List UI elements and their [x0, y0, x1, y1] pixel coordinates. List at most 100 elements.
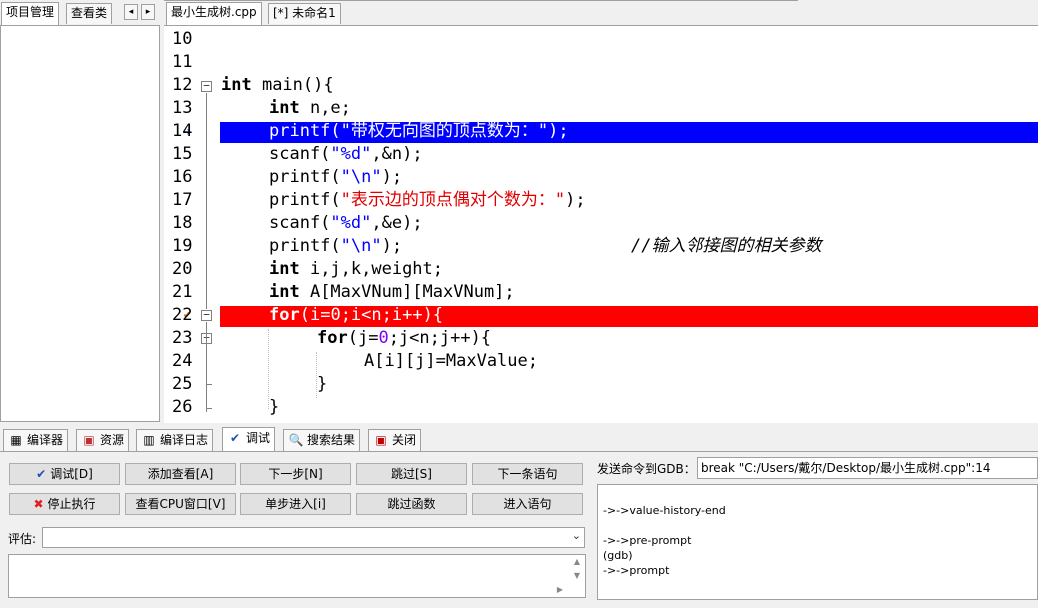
code-line: 10	[164, 28, 1038, 51]
code-line: 21 int A[MaxVNum][MaxVNum];	[164, 281, 1038, 304]
skip-button[interactable]: 跳过[S]	[356, 463, 467, 485]
tab-close[interactable]: ▣ 关闭	[368, 429, 422, 451]
editor-tab-mst-cpp[interactable]: 最小生成树.cpp	[166, 2, 262, 25]
line-number: 14	[172, 121, 193, 141]
gdb-output-line: ->->prompt	[603, 564, 670, 577]
next-statement-button[interactable]: 下一条语句	[472, 463, 583, 485]
tab-scroll-right-icon[interactable]: ▸	[141, 4, 155, 20]
code-line: 12 int main(){	[164, 74, 1038, 97]
code-text: int main(){	[221, 75, 334, 95]
code-line-breakpoint: 22 for(i=0;i<n;i++){	[164, 304, 1038, 327]
line-number: 21	[172, 282, 193, 302]
line-number: 26	[172, 397, 193, 417]
evaluate-label: 评估:	[8, 532, 37, 546]
gdb-command-label: 发送命令到GDB：	[597, 462, 696, 476]
gdb-output[interactable]: ->->value-history-end ->->pre-prompt (gd…	[597, 484, 1038, 600]
code-text: for(j=0;j<n;j++){	[317, 328, 492, 348]
close-panel-icon: ▣	[375, 433, 387, 447]
chevron-down-icon[interactable]: ⌄	[572, 529, 581, 542]
line-number: 20	[172, 259, 193, 279]
code-line: 13 int n,e;	[164, 97, 1038, 120]
line-number: 23	[172, 328, 193, 348]
tab-project-manager[interactable]: 项目管理	[1, 2, 60, 25]
code-text: scanf("%d",&e);	[269, 213, 423, 233]
gdb-command-input[interactable]: break "C:/Users/戴尔/Desktop/最小生成树.cpp":14	[697, 457, 1038, 479]
code-text: }	[317, 374, 328, 394]
code-line-current: 14 printf("带权无向图的顶点数为：");	[164, 120, 1038, 143]
tab-search-results[interactable]: 🔍 搜索结果	[283, 429, 361, 451]
code-line: 20 int i,j,k,weight;	[164, 258, 1038, 281]
line-number: 10	[172, 29, 193, 49]
line-number: 15	[172, 144, 193, 164]
line-number: 11	[172, 52, 193, 72]
tab-class-browser[interactable]: 查看类	[66, 3, 113, 24]
code-text: scanf("%d",&n);	[269, 144, 423, 164]
code-line: 16 printf("\n");	[164, 166, 1038, 189]
line-number: 17	[172, 190, 193, 210]
left-panel-tabs: 项目管理 查看类 ◂ ▸	[0, 0, 164, 26]
line-number: 18	[172, 213, 193, 233]
tab-compile-log[interactable]: ▥ 编译日志	[136, 429, 214, 451]
scroll-down-icon[interactable]: ▼	[574, 571, 580, 580]
code-text: int i,j,k,weight;	[269, 259, 444, 279]
step-into-statement-button[interactable]: 进入语句	[472, 493, 583, 515]
code-text: int n,e;	[269, 98, 351, 118]
check-icon: ✔	[36, 467, 47, 481]
compiler-icon: ▦	[10, 433, 22, 447]
code-text: printf("表示边的顶点偶对个数为：");	[269, 190, 586, 210]
resources-icon: ▣	[83, 433, 95, 447]
line-number: 24	[172, 351, 193, 371]
gdb-output-line	[603, 518, 1037, 533]
gdb-output-line: ->->pre-prompt	[603, 534, 692, 547]
search-results-icon: 🔍	[288, 433, 304, 447]
evaluate-input[interactable]: ⌄	[42, 527, 585, 548]
code-line: 24 A[i][j]=MaxValue;	[164, 350, 1038, 373]
line-number: 16	[172, 167, 193, 187]
code-line: 23 for(j=0;j<n;j++){	[164, 327, 1038, 350]
line-number: 22	[172, 305, 193, 325]
code-editor[interactable]: − − − ➔ ✔ 10 11 12 int main(){ 13 int n,…	[164, 25, 1038, 423]
code-line: 19 printf("\n"); //输入邻接图的相关参数	[164, 235, 1038, 258]
code-line: 26 }	[164, 396, 1038, 419]
debug-button[interactable]: ✔ 调试[D]	[9, 463, 120, 485]
compile-log-icon: ▥	[143, 433, 155, 447]
bottom-panel-tabs: ▦ 编译器 ▣ 资源 ▥ 编译日志 ✔ 调试 🔍 搜索结果 ▣ 关闭	[0, 425, 1038, 452]
step-into-button[interactable]: 单步进入[i]	[240, 493, 351, 515]
gdb-output-line: ->->value-history-end	[603, 504, 726, 517]
stop-execution-button[interactable]: ✖ 停止执行	[9, 493, 120, 515]
code-text: printf("\n");	[269, 236, 403, 256]
code-line: 25 }	[164, 373, 1038, 396]
code-text: A[i][j]=MaxValue;	[364, 351, 538, 371]
code-comment: //输入邻接图的相关参数	[631, 236, 822, 256]
code-line: 15 scanf("%d",&n);	[164, 143, 1038, 166]
tab-scroll-left-icon[interactable]: ◂	[124, 4, 138, 20]
line-number: 13	[172, 98, 193, 118]
stop-x-icon: ✖	[33, 497, 44, 511]
skip-function-button[interactable]: 跳过函数	[356, 493, 467, 515]
add-watch-button[interactable]: 添加查看[A]	[125, 463, 236, 485]
code-text: for(i=0;i<n;i++){	[269, 305, 444, 325]
code-text: printf("\n");	[269, 167, 403, 187]
scroll-up-icon[interactable]: ▲	[574, 557, 580, 566]
code-line: 17 printf("表示边的顶点偶对个数为：");	[164, 189, 1038, 212]
code-text: int A[MaxVNum][MaxVNum];	[269, 282, 515, 302]
editor-tabs-top-border	[164, 0, 798, 1]
code-line: 11	[164, 51, 1038, 74]
line-number: 12	[172, 75, 193, 95]
code-line: 18 scanf("%d",&e);	[164, 212, 1038, 235]
project-tree-panel[interactable]	[0, 25, 160, 422]
editor-tab-unnamed1[interactable]: [*] 未命名1	[268, 3, 341, 24]
line-number: 25	[172, 374, 193, 394]
code-text: }	[269, 397, 280, 417]
tab-debug[interactable]: ✔ 调试	[222, 427, 276, 451]
evaluate-output[interactable]: ▲ ▼ ▶	[8, 554, 586, 598]
next-step-button[interactable]: 下一步[N]	[240, 463, 351, 485]
scroll-right-icon[interactable]: ▶	[557, 585, 563, 594]
line-number: 19	[172, 236, 193, 256]
tab-resources[interactable]: ▣ 资源	[76, 429, 130, 451]
debug-check-icon: ✔	[229, 431, 241, 445]
code-text: printf("带权无向图的顶点数为：");	[269, 121, 569, 141]
gdb-output-line: (gdb)	[603, 549, 633, 562]
tab-compiler[interactable]: ▦ 编译器	[3, 429, 69, 451]
view-cpu-window-button[interactable]: 查看CPU窗口[V]	[125, 493, 236, 515]
